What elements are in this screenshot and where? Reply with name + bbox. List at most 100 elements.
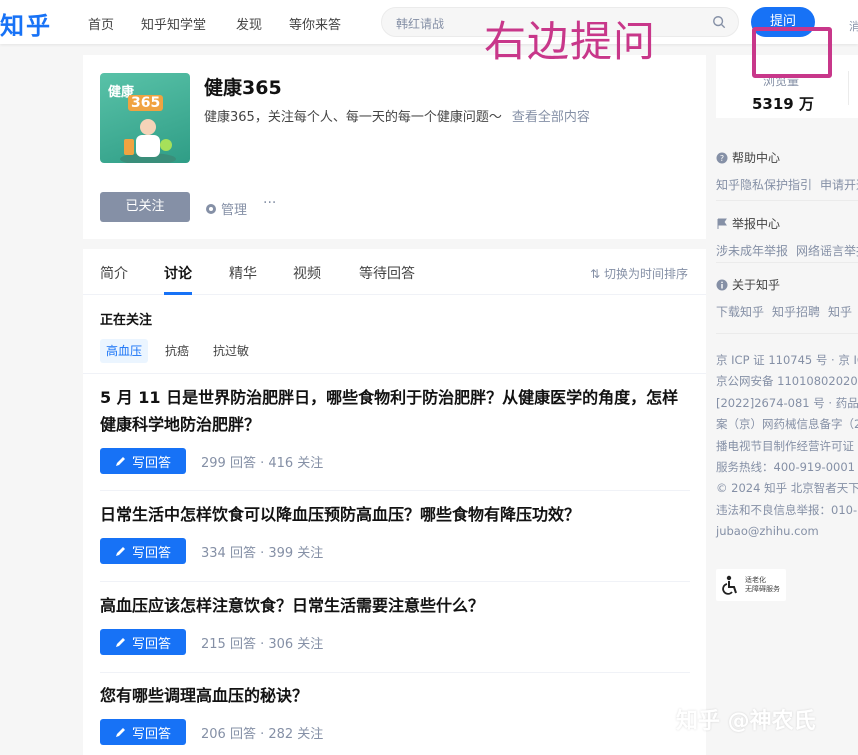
- legal-line[interactable]: 京公网安备 11010802020: [716, 371, 858, 392]
- help-center-title[interactable]: 帮助中心: [732, 149, 780, 166]
- write-answer-button[interactable]: 写回答: [100, 448, 186, 474]
- question-title[interactable]: 5 月 11 日是世界防治肥胖日，哪些食物利于防治肥胖？从健康医学的角度，怎样健…: [100, 384, 690, 438]
- nav-home[interactable]: 首页: [88, 14, 114, 33]
- minor-report-link[interactable]: 涉未成年举报: [716, 244, 788, 258]
- question-item: 5 月 11 日是世界防治肥胖日，哪些食物利于防治肥胖？从健康医学的角度，怎样健…: [100, 384, 690, 474]
- following-heading: 正在关注: [100, 313, 153, 328]
- sort-label: 切换为时间排序: [603, 267, 688, 281]
- write-answer-button[interactable]: 写回答: [100, 629, 186, 655]
- messages-link[interactable]: 消: [849, 18, 858, 34]
- search-icon[interactable]: [712, 15, 726, 29]
- divider: [100, 672, 690, 673]
- top-nav-bar: 知乎 首页 知乎知学堂 发现 等你来答 韩红请战 提问 消: [0, 0, 858, 44]
- pencil-icon: [115, 728, 125, 737]
- tag-anticancer[interactable]: 抗癌: [159, 339, 195, 363]
- accessibility-icon: [722, 575, 737, 595]
- zhihu-link[interactable]: 知乎: [828, 305, 852, 319]
- tab-discussion[interactable]: 讨论: [164, 263, 192, 283]
- question-stats: 334 回答 · 399 关注: [201, 545, 324, 561]
- privacy-guide-link[interactable]: 知乎隐私保护指引: [716, 178, 812, 192]
- divider: [100, 490, 690, 491]
- info-icon: [716, 279, 728, 290]
- question-stats: 215 回答 · 306 关注: [201, 636, 324, 652]
- legal-line[interactable]: 播电视节目制作经营许可证: [716, 436, 858, 457]
- legal-line: 违法和不良信息举报：010-: [716, 502, 858, 517]
- topic-tabs: 简介 讨论 精华 视频 等待回答 ⇅ 切换为时间排序: [83, 249, 706, 295]
- divider: [716, 200, 858, 201]
- report-center-title[interactable]: 举报中心: [732, 215, 780, 232]
- question-stats: 299 回答 · 416 关注: [201, 455, 324, 471]
- annotation-highlight-box: [752, 27, 832, 78]
- divider: [716, 333, 858, 334]
- topic-description-text: 健康365，关注每个人、每一天的每一个健康问题～: [204, 110, 502, 125]
- question-title[interactable]: 您有哪些调理高血压的秘诀？: [100, 682, 690, 709]
- write-answer-label: 写回答: [131, 636, 171, 652]
- tab-video[interactable]: 视频: [293, 263, 321, 283]
- annotation-text: 右边提问: [484, 17, 657, 66]
- question-title[interactable]: 高血压应该怎样注意饮食？日常生活需要注意些什么？: [100, 592, 690, 619]
- legal-line[interactable]: 京 ICP 证 110745 号 · 京 IC: [716, 350, 858, 371]
- legal-info: 京 ICP 证 110745 号 · 京 IC 京公网安备 1101080202…: [716, 350, 858, 543]
- apply-link[interactable]: 申请开通: [820, 178, 858, 192]
- topic-profile-card: 健康 365 健康365 健康365，关注每个人、每一天的每一个健康问题～ 查看全…: [83, 55, 706, 239]
- svg-text:?: ?: [720, 154, 724, 163]
- about-title[interactable]: 关于知乎: [732, 276, 780, 293]
- report-email[interactable]: jubao@zhihu.com: [716, 521, 858, 542]
- question-stats: 206 回答 · 282 关注: [201, 726, 324, 742]
- view-all-link[interactable]: 查看全部内容: [512, 110, 590, 125]
- topic-title: 健康365: [204, 77, 282, 99]
- accessibility-badge[interactable]: 适老化 无障碍服务: [716, 569, 786, 601]
- divider: [848, 71, 849, 105]
- more-options-button[interactable]: ···: [263, 195, 276, 211]
- manage-button[interactable]: 管理: [205, 199, 247, 218]
- help-center-section: ? 帮助中心 知乎隐私保护指引申请开通: [716, 149, 858, 193]
- legal-line[interactable]: 案（京）网药械信息备字（2: [716, 414, 858, 435]
- divider: [100, 581, 690, 582]
- avatar-number: 365: [128, 95, 164, 111]
- jobs-link[interactable]: 知乎招聘: [772, 305, 820, 319]
- rumor-report-link[interactable]: 网络谣言举报: [796, 244, 858, 258]
- write-answer-label: 写回答: [131, 545, 171, 561]
- flag-icon: [717, 218, 727, 229]
- pencil-icon: [115, 457, 125, 466]
- discussion-card: 简介 讨论 精华 视频 等待回答 ⇅ 切换为时间排序 正在关注 高血压 抗癌 抗…: [83, 249, 706, 755]
- question-item: 日常生活中怎样饮食可以降血压预防高血压？哪些食物有降压功效？ 写回答 334 回…: [100, 501, 690, 564]
- pencil-icon: [115, 638, 125, 647]
- write-answer-button[interactable]: 写回答: [100, 538, 186, 564]
- write-answer-label: 写回答: [131, 455, 171, 471]
- a11y-line1: 适老化: [745, 576, 766, 584]
- tag-antiallergy[interactable]: 抗过敏: [207, 339, 255, 363]
- write-answer-label: 写回答: [131, 726, 171, 742]
- question-item: 您有哪些调理高血压的秘诀？ 写回答 206 回答 · 282 关注: [100, 682, 690, 745]
- search-input[interactable]: 韩红请战: [396, 15, 444, 32]
- nav-discover[interactable]: 发现: [236, 14, 262, 33]
- topic-description: 健康365，关注每个人、每一天的每一个健康问题～ 查看全部内容: [204, 106, 590, 125]
- topic-avatar: 健康 365: [100, 73, 190, 163]
- report-center-section: 举报中心 涉未成年举报网络谣言举报: [716, 215, 858, 259]
- zhihu-logo[interactable]: 知乎: [0, 6, 52, 41]
- tab-waiting-answer[interactable]: 等待回答: [359, 263, 415, 283]
- legal-line: © 2024 知乎 北京智者天下: [716, 481, 858, 496]
- sort-icon: ⇅: [590, 267, 604, 281]
- a11y-line2: 无障碍服务: [745, 585, 780, 593]
- active-tab-indicator: [164, 292, 192, 295]
- question-title[interactable]: 日常生活中怎样饮食可以降血压预防高血压？哪些食物有降压功效？: [100, 501, 690, 528]
- tab-intro[interactable]: 简介: [100, 263, 128, 283]
- nav-waiting-answer[interactable]: 等你来答: [289, 14, 341, 33]
- watermark: 知乎 @神农氏: [676, 709, 816, 734]
- question-item: 高血压应该怎样注意饮食？日常生活需要注意些什么？ 写回答 215 回答 · 30…: [100, 592, 690, 655]
- nav-zhixuetang[interactable]: 知乎知学堂: [141, 14, 206, 33]
- write-answer-button[interactable]: 写回答: [100, 719, 186, 745]
- tab-essence[interactable]: 精华: [229, 263, 257, 283]
- about-section: 关于知乎 下载知乎 知乎招聘 知乎: [716, 276, 858, 320]
- tag-hypertension[interactable]: 高血压: [100, 339, 149, 363]
- manage-label: 管理: [221, 203, 248, 218]
- legal-line[interactable]: [2022]2674-081 号 · 药品医: [716, 393, 858, 414]
- followed-button[interactable]: 已关注: [100, 192, 190, 222]
- help-icon: ?: [716, 152, 728, 163]
- download-link[interactable]: 下载知乎: [716, 305, 764, 319]
- doctor-illustration-icon: [120, 119, 176, 163]
- sort-toggle[interactable]: ⇅ 切换为时间排序: [590, 265, 688, 282]
- legal-line: 服务热线：400-919-0001 ·: [716, 460, 858, 475]
- views-value: 5319 万: [752, 95, 814, 113]
